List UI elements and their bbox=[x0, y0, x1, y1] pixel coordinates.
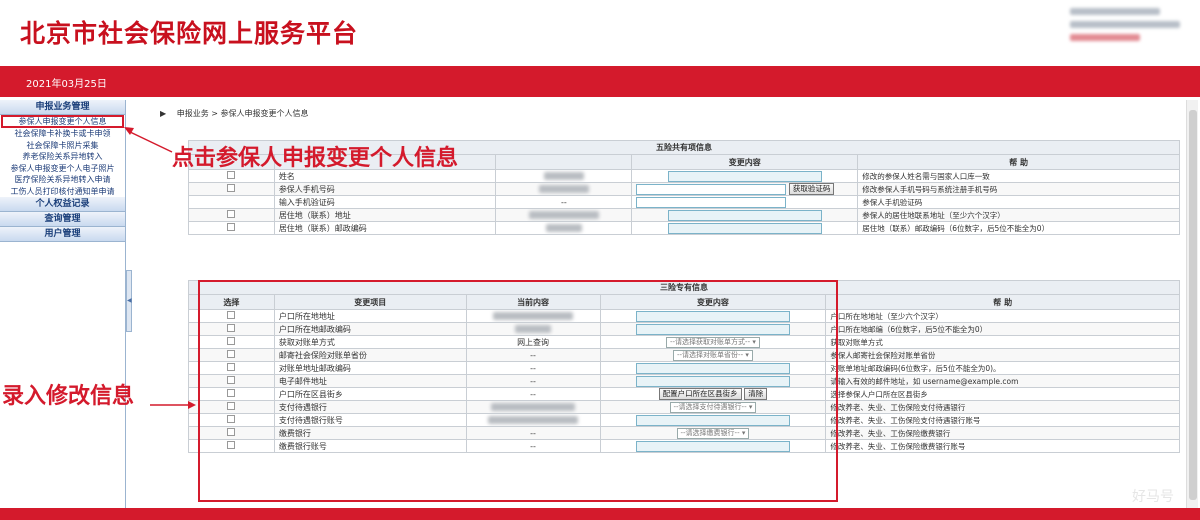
sidebar-item-social-card-replace[interactable]: 社会保障卡补换卡或卡申领 bbox=[0, 128, 125, 140]
col-item: 变更项目 bbox=[273, 294, 467, 310]
statement-method-select[interactable]: --请选择获取对账单方式-- ▾ bbox=[666, 336, 760, 348]
residence-postcode-input[interactable] bbox=[667, 222, 822, 234]
col-current: 当前内容 bbox=[465, 294, 601, 310]
clear-district-button[interactable]: 清除 bbox=[744, 388, 768, 400]
site-title: 北京市社会保险网上服务平台 bbox=[20, 19, 359, 48]
breadcrumb-arrow-icon: ▶ bbox=[160, 109, 167, 118]
table-row: 邮寄社会保险对账单省份 -- --请选择对账单省份-- ▾ 参保人邮寄社会保险对… bbox=[188, 348, 1180, 362]
vertical-scrollbar[interactable] bbox=[1186, 100, 1198, 508]
select-checkbox[interactable] bbox=[227, 415, 236, 423]
table-row: 居住地（联系）邮政编码 居住地（联系）邮政编码（6位数字，后5位不能全为0） bbox=[188, 221, 1180, 235]
residence-address-input[interactable] bbox=[667, 209, 822, 221]
menu-group-declare[interactable]: 申报业务管理 bbox=[0, 100, 125, 115]
table-row: 缴费银行 -- --请选择缴费银行-- ▾ 修改养老、失业、工伤保险缴费银行 bbox=[188, 426, 1180, 440]
table-row: 户口所在地地址 户口所在地地址（至少六个汉字） bbox=[188, 309, 1180, 323]
select-checkbox[interactable] bbox=[227, 402, 236, 410]
table-row: 输入手机验证码 -- 参保人手机验证码 bbox=[188, 195, 1180, 209]
col-change: 变更内容 bbox=[599, 294, 827, 310]
bottom-red-bar bbox=[0, 508, 1200, 520]
select-checkbox[interactable] bbox=[227, 441, 236, 449]
annotation-click-hint: 点击参保人申报变更个人信息 bbox=[172, 146, 459, 171]
table-three-caption: 三险专有信息 bbox=[188, 280, 1180, 295]
table-three-insurance-info: 三险专有信息 选择 变更项目 当前内容 变更内容 帮 助 户口所在地地址 户口所… bbox=[188, 280, 1180, 453]
get-code-button[interactable]: 获取验证码 bbox=[788, 183, 835, 195]
table-row: 对账单地址邮政编码 -- 对账单地址邮政编码(6位数字，后5位不能全为0)。 bbox=[188, 361, 1180, 375]
table-row: 支付待遇银行账号 修改养老、失业、工伤保险支付待遇银行账号 bbox=[188, 413, 1180, 427]
header: 北京市社会保险网上服务平台 bbox=[0, 0, 1200, 66]
menu-group-user[interactable]: 用户管理 bbox=[0, 227, 125, 242]
sidebar-collapse-handle[interactable]: ◀ bbox=[126, 270, 132, 332]
select-checkbox[interactable] bbox=[227, 210, 236, 218]
table-row: 获取对账单方式 网上查询 --请选择获取对账单方式-- ▾ 获取对账单方式 bbox=[188, 335, 1180, 349]
select-checkbox[interactable] bbox=[227, 223, 236, 231]
payout-bank-select[interactable]: --请选择支付待遇银行-- ▾ bbox=[669, 401, 757, 413]
menu-group-rights[interactable]: 个人权益记录 bbox=[0, 197, 125, 212]
col-change: 变更内容 bbox=[631, 154, 859, 170]
breadcrumb: ▶ 申报业务 > 参保人申报变更个人信息 bbox=[160, 109, 309, 118]
change-name-input[interactable] bbox=[667, 170, 822, 182]
payment-account-input[interactable] bbox=[635, 440, 790, 452]
sidebar-item-injury-notice-print[interactable]: 工伤人员打印核付通知单申请 bbox=[0, 186, 125, 198]
hukou-address-input[interactable] bbox=[635, 310, 790, 322]
breadcrumb-section: 申报业务 bbox=[176, 109, 209, 118]
select-checkbox[interactable] bbox=[227, 311, 236, 319]
select-checkbox[interactable] bbox=[227, 428, 236, 436]
table-row: 支付待遇银行 --请选择支付待遇银行-- ▾ 修改养老、失业、工伤保险支付待遇银… bbox=[188, 400, 1180, 414]
col-select: 选择 bbox=[188, 294, 275, 310]
sidebar: 申报业务管理 参保人申报变更个人信息 社会保障卡补换卡或卡申领 社会保障卡照片采… bbox=[0, 100, 126, 512]
table-row: 户口所在地邮政编码 户口所在地邮编（6位数字，后5位不能全为0） bbox=[188, 322, 1180, 336]
select-checkbox[interactable] bbox=[227, 363, 236, 371]
col-help: 帮 助 bbox=[825, 294, 1180, 310]
table-row: 参保人手机号码 获取验证码 修改参保人手机号码与系统注册手机号码 bbox=[188, 182, 1180, 196]
sidebar-item-social-card-photo[interactable]: 社会保障卡照片采集 bbox=[0, 140, 125, 152]
select-checkbox[interactable] bbox=[227, 376, 236, 384]
hukou-postcode-input[interactable] bbox=[635, 323, 790, 335]
phone-input[interactable] bbox=[636, 183, 787, 195]
payment-bank-select[interactable]: --请选择缴费银行-- ▾ bbox=[676, 427, 750, 439]
current-date: 2021年03月25日 bbox=[26, 79, 107, 90]
configure-district-button[interactable]: 配置户口所在区县街乡 bbox=[658, 388, 742, 400]
table-row: 户口所在区县街乡 -- 配置户口所在区县街乡 清除 选择参保人户口所在区县街乡 bbox=[188, 387, 1180, 401]
sidebar-item-pension-transfer-in[interactable]: 养老保险关系异地转入 bbox=[0, 151, 125, 163]
statement-postcode-input[interactable] bbox=[635, 362, 790, 374]
menu-group-query[interactable]: 查询管理 bbox=[0, 212, 125, 227]
top-red-bar: 2021年03月25日 bbox=[0, 66, 1200, 97]
select-checkbox[interactable] bbox=[227, 184, 236, 192]
table-row: 缴费银行账号 -- 修改养老、失业、工伤保险缴费银行账号 bbox=[188, 439, 1180, 453]
select-checkbox[interactable] bbox=[227, 171, 236, 179]
collapse-arrow-icon: ◀ bbox=[127, 297, 132, 304]
verification-code-input[interactable] bbox=[636, 196, 787, 208]
sidebar-item-change-photo[interactable]: 参保人申报变更个人电子照片 bbox=[0, 163, 125, 175]
select-checkbox[interactable] bbox=[227, 324, 236, 332]
select-checkbox[interactable] bbox=[227, 350, 236, 358]
annotation-enter-hint: 录入修改信息 bbox=[2, 384, 135, 409]
col-help: 帮 助 bbox=[857, 154, 1180, 170]
sidebar-item-change-personal-info[interactable]: 参保人申报变更个人信息 bbox=[1, 115, 124, 128]
watermark: 好马号 bbox=[1132, 489, 1174, 505]
select-checkbox[interactable] bbox=[227, 337, 236, 345]
email-input[interactable] bbox=[635, 375, 790, 387]
table-row: 电子邮件地址 -- 请输入有效的邮件地址，如 username@example.… bbox=[188, 374, 1180, 388]
scroll-thumb[interactable] bbox=[1189, 110, 1197, 500]
breadcrumb-page: 参保人申报变更个人信息 bbox=[220, 109, 309, 118]
user-info-blurred bbox=[1070, 2, 1180, 47]
payout-account-input[interactable] bbox=[635, 414, 790, 426]
statement-province-select[interactable]: --请选择对账单省份-- ▾ bbox=[673, 349, 753, 361]
sidebar-item-medical-transfer-in[interactable]: 医疗保险关系异地转入申请 bbox=[0, 174, 125, 186]
table-row: 居住地（联系）地址 参保人的居住地联系地址（至少六个汉字） bbox=[188, 208, 1180, 222]
select-checkbox[interactable] bbox=[227, 389, 236, 397]
